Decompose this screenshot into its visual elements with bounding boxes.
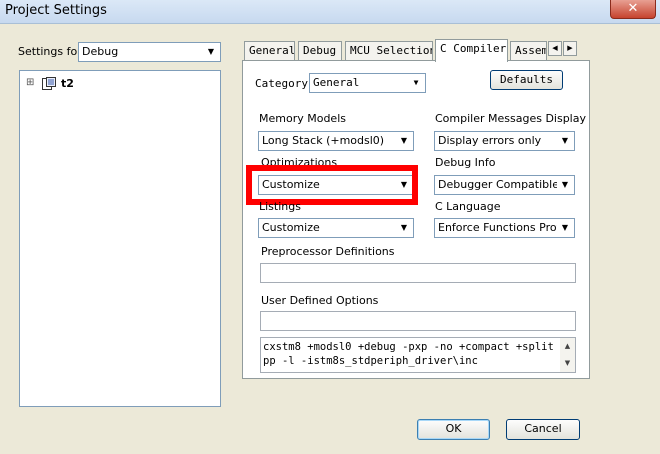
user-defined-label: User Defined Options: [261, 294, 379, 307]
tree-expand-icon[interactable]: ⊞: [26, 77, 34, 89]
chevron-down-icon: ▼: [408, 75, 424, 91]
scroll-up-icon[interactable]: ▲: [560, 338, 575, 355]
memory-models-value: Long Stack (+modsl0): [262, 134, 385, 147]
close-button[interactable]: ✕: [610, 0, 656, 19]
scroll-down-icon[interactable]: ▼: [560, 355, 575, 372]
command-line-display: cxstm8 +modsl0 +debug -pxp -no +compact …: [260, 337, 576, 373]
tree-item-t2[interactable]: t2: [61, 77, 74, 90]
tab-general[interactable]: General: [244, 41, 295, 60]
ok-button[interactable]: OK: [417, 419, 490, 440]
chevron-down-icon: ▼: [557, 220, 573, 236]
memory-models-select[interactable]: Long Stack (+modsl0) ▼: [258, 131, 414, 151]
command-line-scrollbar[interactable]: ▲ ▼: [560, 338, 575, 372]
tab-scroll-right-icon[interactable]: ▶: [563, 41, 577, 56]
messages-display-value: Display errors only: [438, 134, 542, 147]
defaults-button[interactable]: Defaults: [490, 70, 563, 90]
cancel-button[interactable]: Cancel: [506, 419, 580, 440]
debug-info-select[interactable]: Debugger Compatible ▼: [434, 175, 575, 195]
tab-c-compiler[interactable]: C Compiler: [435, 39, 508, 62]
listings-label: Listings: [259, 200, 301, 213]
messages-display-select[interactable]: Display errors only ▼: [434, 131, 575, 151]
chevron-down-icon: ▼: [396, 220, 412, 236]
category-select[interactable]: General ▼: [309, 73, 426, 93]
debug-info-label: Debug Info: [435, 156, 496, 169]
debug-info-value: Debugger Compatible: [438, 178, 559, 191]
listings-select[interactable]: Customize ▼: [258, 218, 414, 238]
settings-for-select[interactable]: Debug ▼: [78, 42, 221, 62]
c-language-value: Enforce Functions Protot: [438, 221, 572, 234]
tab-scroll-left-icon[interactable]: ◀: [548, 41, 562, 56]
category-label: Category: [255, 77, 308, 90]
c-language-label: C Language: [435, 200, 501, 213]
chevron-down-icon: ▼: [203, 44, 219, 60]
preprocessor-input[interactable]: [260, 263, 576, 283]
user-defined-input[interactable]: [260, 311, 576, 331]
settings-for-value: Debug: [82, 45, 119, 58]
project-icon: [42, 77, 56, 90]
tab-assembler[interactable]: Assembler: [510, 41, 547, 60]
window-title: Project Settings: [5, 3, 107, 18]
listings-value: Customize: [262, 221, 320, 234]
messages-display-label: Compiler Messages Display: [435, 112, 586, 125]
tab-debug[interactable]: Debug: [298, 41, 342, 60]
chevron-down-icon: ▼: [557, 177, 573, 193]
preprocessor-label: Preprocessor Definitions: [261, 245, 395, 258]
settings-for-label: Settings for:: [18, 45, 86, 58]
chevron-down-icon: ▼: [557, 133, 573, 149]
project-tree[interactable]: [19, 70, 221, 407]
c-language-select[interactable]: Enforce Functions Protot ▼: [434, 218, 575, 238]
memory-models-label: Memory Models: [259, 112, 346, 125]
category-value: General: [313, 76, 360, 89]
red-highlight-box: [246, 165, 418, 205]
chevron-down-icon: ▼: [396, 133, 412, 149]
tab-mcu-selection[interactable]: MCU Selection: [345, 41, 433, 60]
